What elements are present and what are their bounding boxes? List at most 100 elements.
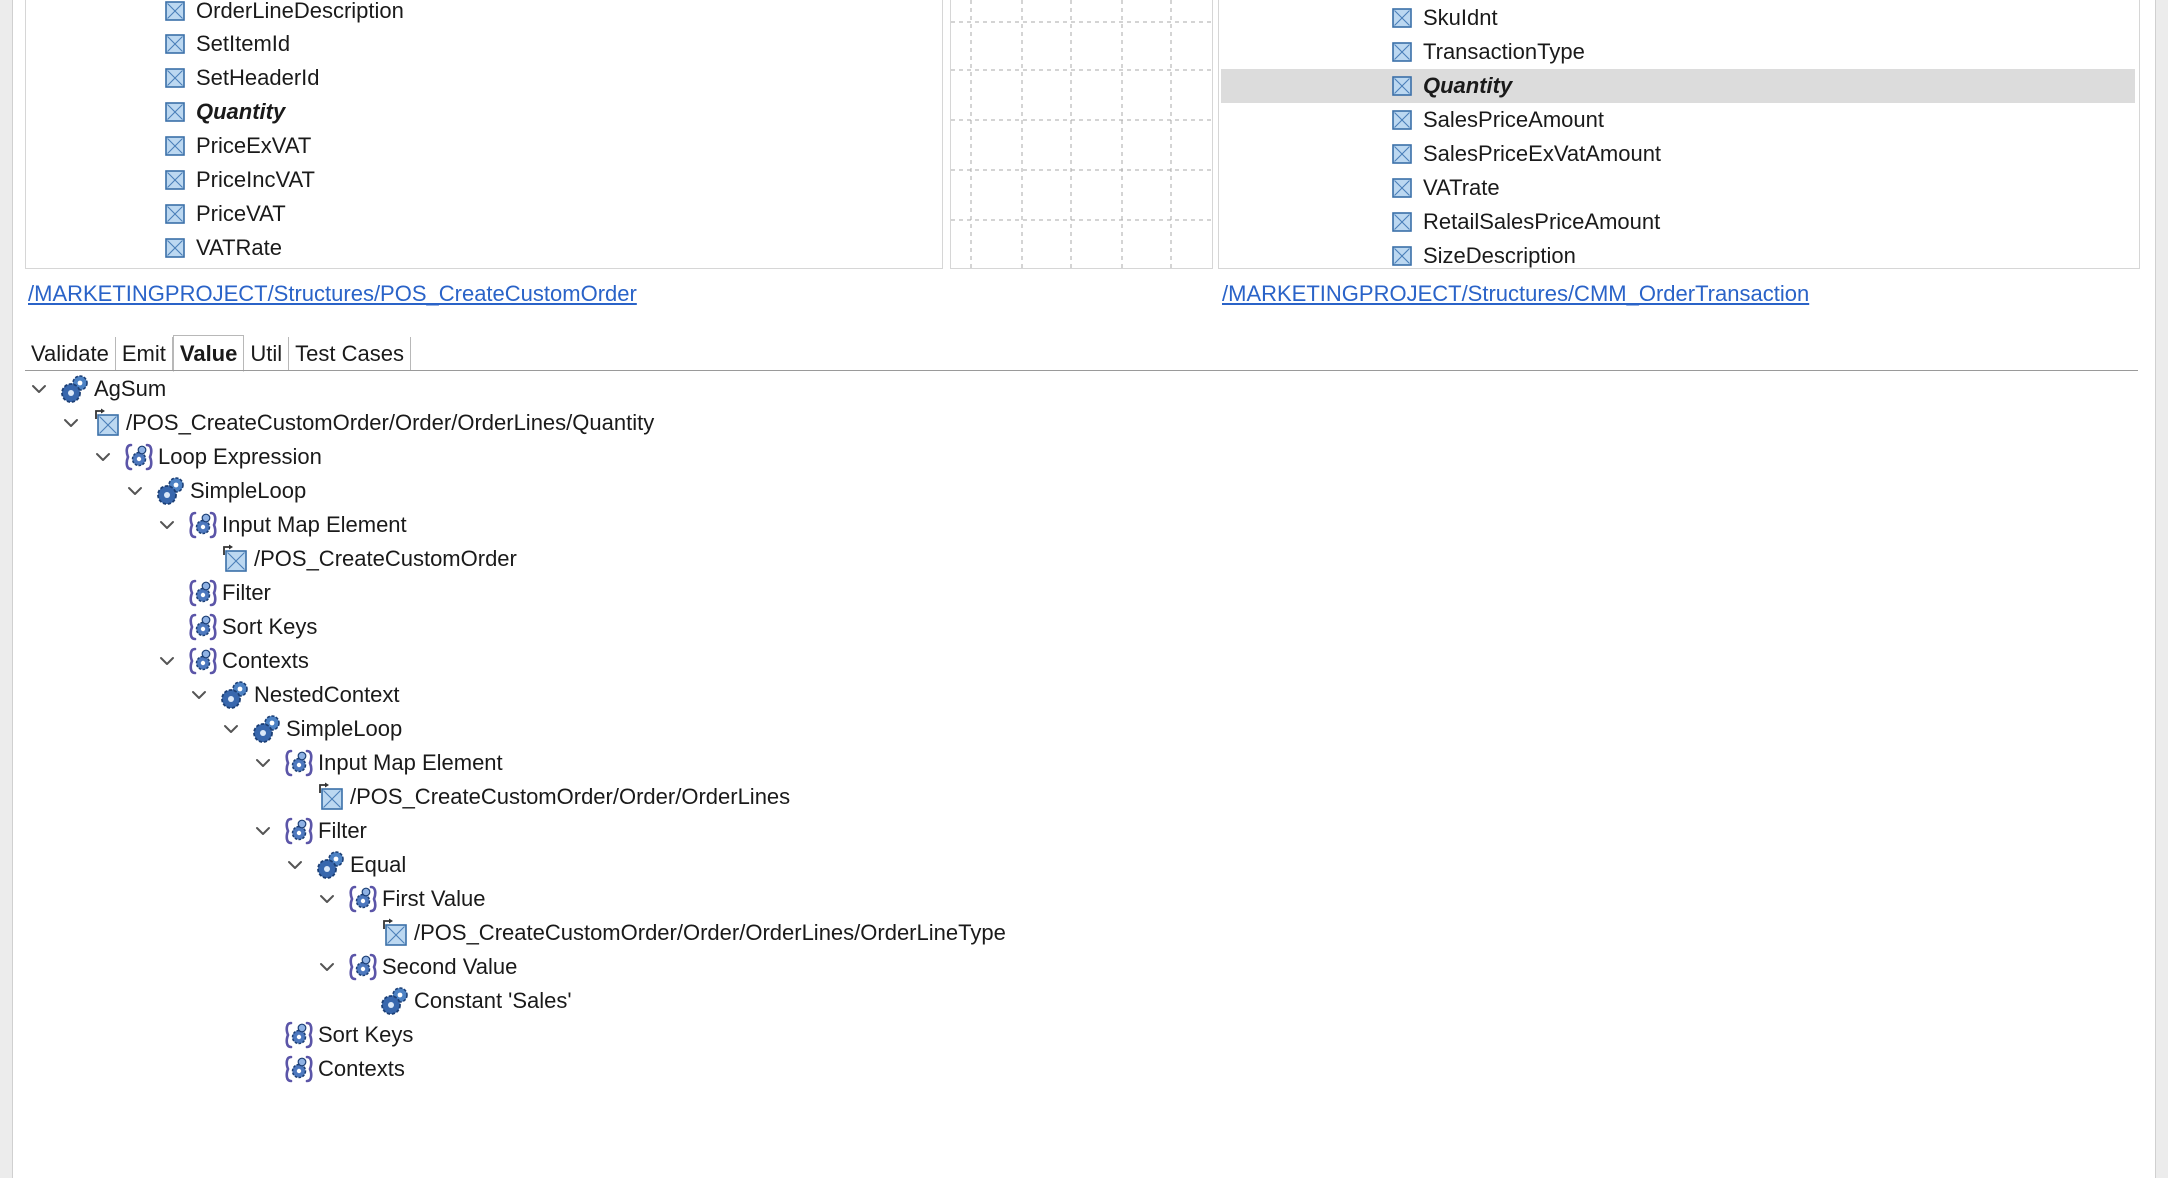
chevron-down-icon[interactable] <box>126 482 144 500</box>
chevron-down-icon[interactable] <box>158 516 176 534</box>
chevron-down-icon[interactable] <box>254 822 272 840</box>
tree-node[interactable]: Filter <box>254 814 367 848</box>
chevron-down-icon[interactable] <box>222 720 240 738</box>
parameter-slot-icon <box>285 749 313 777</box>
tab-util[interactable]: Util <box>244 337 290 371</box>
chevron-down-icon[interactable] <box>318 890 336 908</box>
tree-node-label: /POS_CreateCustomOrder/Order/OrderLines <box>350 784 791 809</box>
tree-node[interactable]: /POS_CreateCustomOrder/Order/OrderLines/… <box>62 406 654 440</box>
right_panel-field-row[interactable]: Quantity <box>1221 69 2135 103</box>
tree-node-label: SimpleLoop <box>190 478 307 503</box>
target-structure-path-link[interactable]: /MARKETINGPROJECT/Structures/CMM_OrderTr… <box>1222 281 1809 307</box>
chevron-down-icon[interactable] <box>190 686 208 704</box>
parameter-slot-icon <box>189 613 217 641</box>
tab-test-cases[interactable]: Test Cases <box>289 337 411 371</box>
left_panel-field-row[interactable]: PriceIncVAT <box>164 163 315 197</box>
tree-node[interactable]: Contexts <box>158 644 309 678</box>
tree-node[interactable]: SimpleLoop <box>222 712 402 746</box>
parameter-slot-icon <box>125 443 153 471</box>
tree-node[interactable]: Equal <box>286 848 406 882</box>
tree-node[interactable]: NestedContext <box>190 678 400 712</box>
parameter-slot-icon <box>285 1055 313 1083</box>
tab-emit[interactable]: Emit <box>116 337 173 371</box>
source-structure-panel[interactable]: OrderLineDescription SetItemId SetHeaderId… <box>25 0 943 269</box>
field-icon <box>165 68 185 88</box>
parameter-slot-icon <box>285 1021 313 1049</box>
chevron-down-icon[interactable] <box>94 448 112 466</box>
tree-node[interactable]: /POS_CreateCustomOrder <box>190 542 517 576</box>
field-label: SetItemId <box>196 31 291 56</box>
function-gear-icon <box>157 477 184 505</box>
chevron-down-icon[interactable] <box>30 380 48 398</box>
field-icon <box>1392 8 1412 28</box>
function-gear-icon <box>221 681 248 709</box>
source-structure-path-link[interactable]: /MARKETINGPROJECT/Structures/POS_CreateC… <box>28 281 637 307</box>
left_panel-field-row[interactable]: SetItemId <box>164 27 290 61</box>
tree-node[interactable]: Sort Keys <box>158 610 317 644</box>
window-left-edge <box>0 0 13 1178</box>
field-icon <box>165 170 185 190</box>
tree-node[interactable]: Constant 'Sales' <box>350 984 572 1018</box>
tree-node[interactable]: Loop Expression <box>94 440 322 474</box>
parameter-slot-icon <box>189 579 217 607</box>
right_panel-field-row[interactable]: SkuIdnt <box>1391 1 1498 35</box>
tree-node[interactable]: Sort Keys <box>254 1018 413 1052</box>
field-reference-icon <box>95 408 119 436</box>
window-right-edge <box>2155 0 2168 1178</box>
tree-node-label: Contexts <box>318 1056 405 1081</box>
right_panel-field-row[interactable]: VATrate <box>1391 171 1500 205</box>
field-icon <box>165 136 185 156</box>
tab-validate[interactable]: Validate <box>25 337 116 371</box>
field-icon <box>165 34 185 54</box>
right_panel-field-row[interactable]: TransactionType <box>1391 35 1585 69</box>
chevron-down-icon[interactable] <box>286 856 304 874</box>
chevron-down-icon[interactable] <box>158 652 176 670</box>
tree-node[interactable]: Input Map Element <box>254 746 503 780</box>
field-label: Quantity <box>196 99 286 124</box>
left_panel-field-row[interactable]: PriceExVAT <box>164 129 311 163</box>
tree-node-label: Input Map Element <box>222 512 407 537</box>
tree-node[interactable]: /POS_CreateCustomOrder/Order/OrderLines <box>286 780 790 814</box>
field-icon <box>165 102 185 122</box>
right_panel-field-row[interactable]: SalesPriceAmount <box>1391 103 1604 137</box>
tree-node[interactable]: First Value <box>318 882 486 916</box>
left_panel-field-row[interactable]: OrderLineDescription <box>164 0 404 28</box>
right_panel-field-row[interactable]: SalesPriceExVatAmount <box>1391 137 1661 171</box>
target-structure-panel[interactable]: SkuIdnt TransactionType Quantity SalesPrice… <box>1218 0 2140 269</box>
tree-node[interactable]: Contexts <box>254 1052 405 1086</box>
chevron-down-icon[interactable] <box>254 754 272 772</box>
tab-value[interactable]: Value <box>172 335 245 372</box>
function-gear-icon <box>317 851 344 879</box>
field-icon <box>165 1 185 21</box>
tree-node-label: Sort Keys <box>222 614 318 639</box>
chevron-down-icon[interactable] <box>62 414 80 432</box>
chevron-down-icon[interactable] <box>318 958 336 976</box>
function-gear-icon <box>253 715 280 743</box>
tree-node[interactable]: Filter <box>158 576 271 610</box>
tree-node-label: /POS_CreateCustomOrder <box>254 546 517 571</box>
field-label: SetHeaderId <box>196 65 320 90</box>
field-label: RetailSalesPriceAmount <box>1423 209 1661 234</box>
tree-node[interactable]: AgSum <box>30 372 166 406</box>
left_panel-field-row[interactable]: VATRate <box>164 231 282 265</box>
left_panel-field-row[interactable]: SetHeaderId <box>164 61 320 95</box>
field-icon <box>1392 212 1412 232</box>
field-label: Quantity <box>1423 73 1513 98</box>
tree-node[interactable]: SimpleLoop <box>126 474 306 508</box>
tree-node[interactable]: /POS_CreateCustomOrder/Order/OrderLines/… <box>350 916 1006 950</box>
field-reference-icon <box>223 544 247 572</box>
tree-node[interactable]: Input Map Element <box>158 508 407 542</box>
left_panel-field-row[interactable]: Quantity <box>164 95 285 129</box>
right_panel-field-row[interactable]: RetailSalesPriceAmount <box>1391 205 1660 239</box>
tree-node-label: Input Map Element <box>318 750 503 775</box>
tree-node-label: Sort Keys <box>318 1022 414 1047</box>
tree-node[interactable]: Second Value <box>318 950 517 984</box>
tree-node-label: Loop Expression <box>158 444 322 469</box>
right_panel-field-row[interactable]: SizeDescription <box>1391 239 1576 268</box>
field-label: SalesPriceExVatAmount <box>1423 141 1662 166</box>
left_panel-field-row[interactable]: PriceVAT <box>164 197 286 231</box>
